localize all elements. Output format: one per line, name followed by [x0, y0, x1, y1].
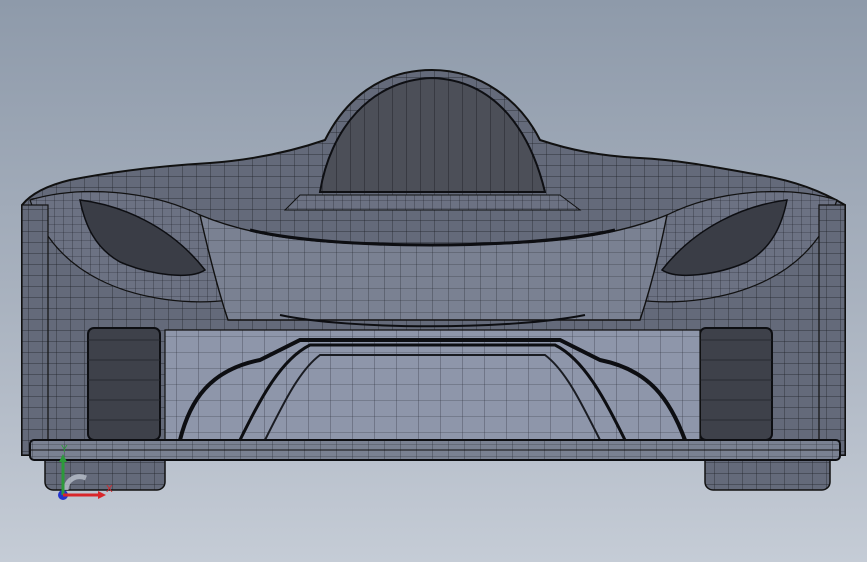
triad-arc [63, 474, 87, 491]
front-splitter [29, 439, 841, 461]
coordinate-triad: Y X [58, 444, 113, 500]
front-intake [164, 329, 701, 441]
y-axis-label: Y [61, 444, 68, 455]
x-axis-label: X [106, 484, 113, 495]
x-arrow-icon [98, 491, 106, 499]
graphics-viewport[interactable]: Y X [0, 0, 867, 562]
y-arrow-icon [59, 454, 67, 462]
car-3d-model[interactable] [0, 0, 867, 562]
